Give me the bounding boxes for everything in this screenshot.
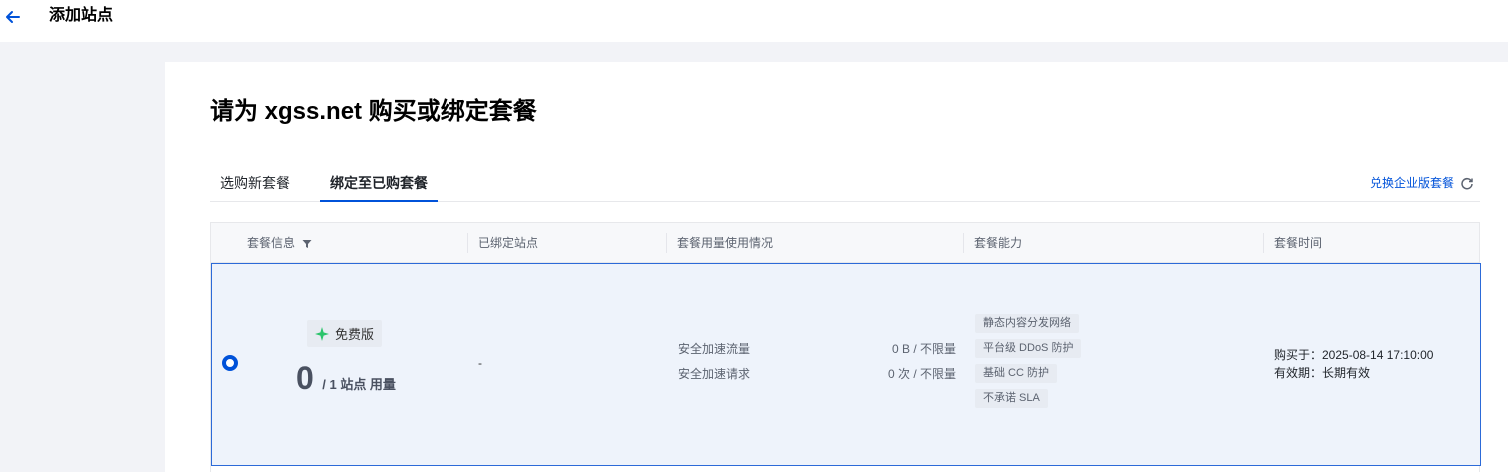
plan-time: 购买于：2025-08-14 17:10:00 有效期：长期有效 [1274,346,1433,382]
bound-sites-value: - [478,356,482,370]
header-capabilities: 套餐能力 [963,233,1022,253]
tab-bar: 选购新套餐 绑定至已购套餐 [210,168,1480,202]
header-bound-sites: 已绑定站点 [467,233,538,253]
header-usage: 套餐用量使用情况 [666,233,773,253]
usage-metrics: 安全加速流量 0 B / 不限量 安全加速请求 0 次 / 不限量 [678,342,956,392]
plan-table: 套餐信息 已绑定站点 套餐用量使用情况 套餐能力 套餐时间 免费版 0 / 1 … [210,222,1481,472]
page-title: 添加站点 [49,7,114,24]
metric-label: 安全加速请求 [678,367,751,381]
table-header: 套餐信息 已绑定站点 套餐用量使用情况 套餐能力 套餐时间 [211,223,1479,263]
header-plan-time: 套餐时间 [1263,233,1322,253]
tab-bind-existing-plan[interactable]: 绑定至已购套餐 [320,168,438,202]
table-row[interactable]: 免费版 0 / 1 站点 用量 - 安全加速流量 0 B / 不限量 安全加速请… [211,263,1481,466]
top-bar: 添加站点 [0,0,1508,42]
back-arrow-icon[interactable] [4,8,22,26]
site-usage: 0 / 1 站点 用量 [296,360,396,397]
metric-label: 安全加速流量 [678,342,751,356]
purchase-date: 购买于：2025-08-14 17:10:00 [1274,348,1434,362]
tab-buy-new-plan[interactable]: 选购新套餐 [210,168,300,202]
header-plan-info: 套餐信息 [237,223,312,263]
redeem-enterprise-plan-link[interactable]: 兑换企业版套餐 [1370,174,1454,191]
usage-count: 0 [296,360,314,396]
metric-row: 安全加速请求 0 次 / 不限量 [678,367,956,392]
capability-tag: 平台级 DDoS 防护 [975,339,1082,358]
enterprise-link-area: 兑换企业版套餐 [1370,174,1474,191]
capability-tag: 基础 CC 防护 [975,364,1057,383]
plan-badge: 免费版 [307,320,383,347]
metric-value: 0 B / 不限量 [891,342,956,356]
validity-period: 有效期：长期有效 [1274,366,1371,380]
refresh-icon[interactable] [1460,176,1474,190]
row-select-radio[interactable] [222,355,238,371]
metric-value: 0 次 / 不限量 [887,367,956,381]
metric-row: 安全加速流量 0 B / 不限量 [678,342,956,367]
main-card: 请为 xgss.net 购买或绑定套餐 选购新套餐 绑定至已购套餐 兑换企业版套… [165,62,1508,472]
plan-heading: 请为 xgss.net 购买或绑定套餐 [210,98,537,125]
plan-badge-label: 免费版 [335,327,375,342]
capability-tag: 静态内容分发网络 [975,314,1079,333]
usage-suffix: / 1 站点 用量 [322,377,396,392]
filter-icon[interactable] [302,239,312,249]
capability-tag: 不承诺 SLA [975,389,1048,408]
sparkle-icon [315,326,329,341]
capability-tags: 静态内容分发网络 平台级 DDoS 防护 基础 CC 防护 不承诺 SLA [975,314,1082,408]
